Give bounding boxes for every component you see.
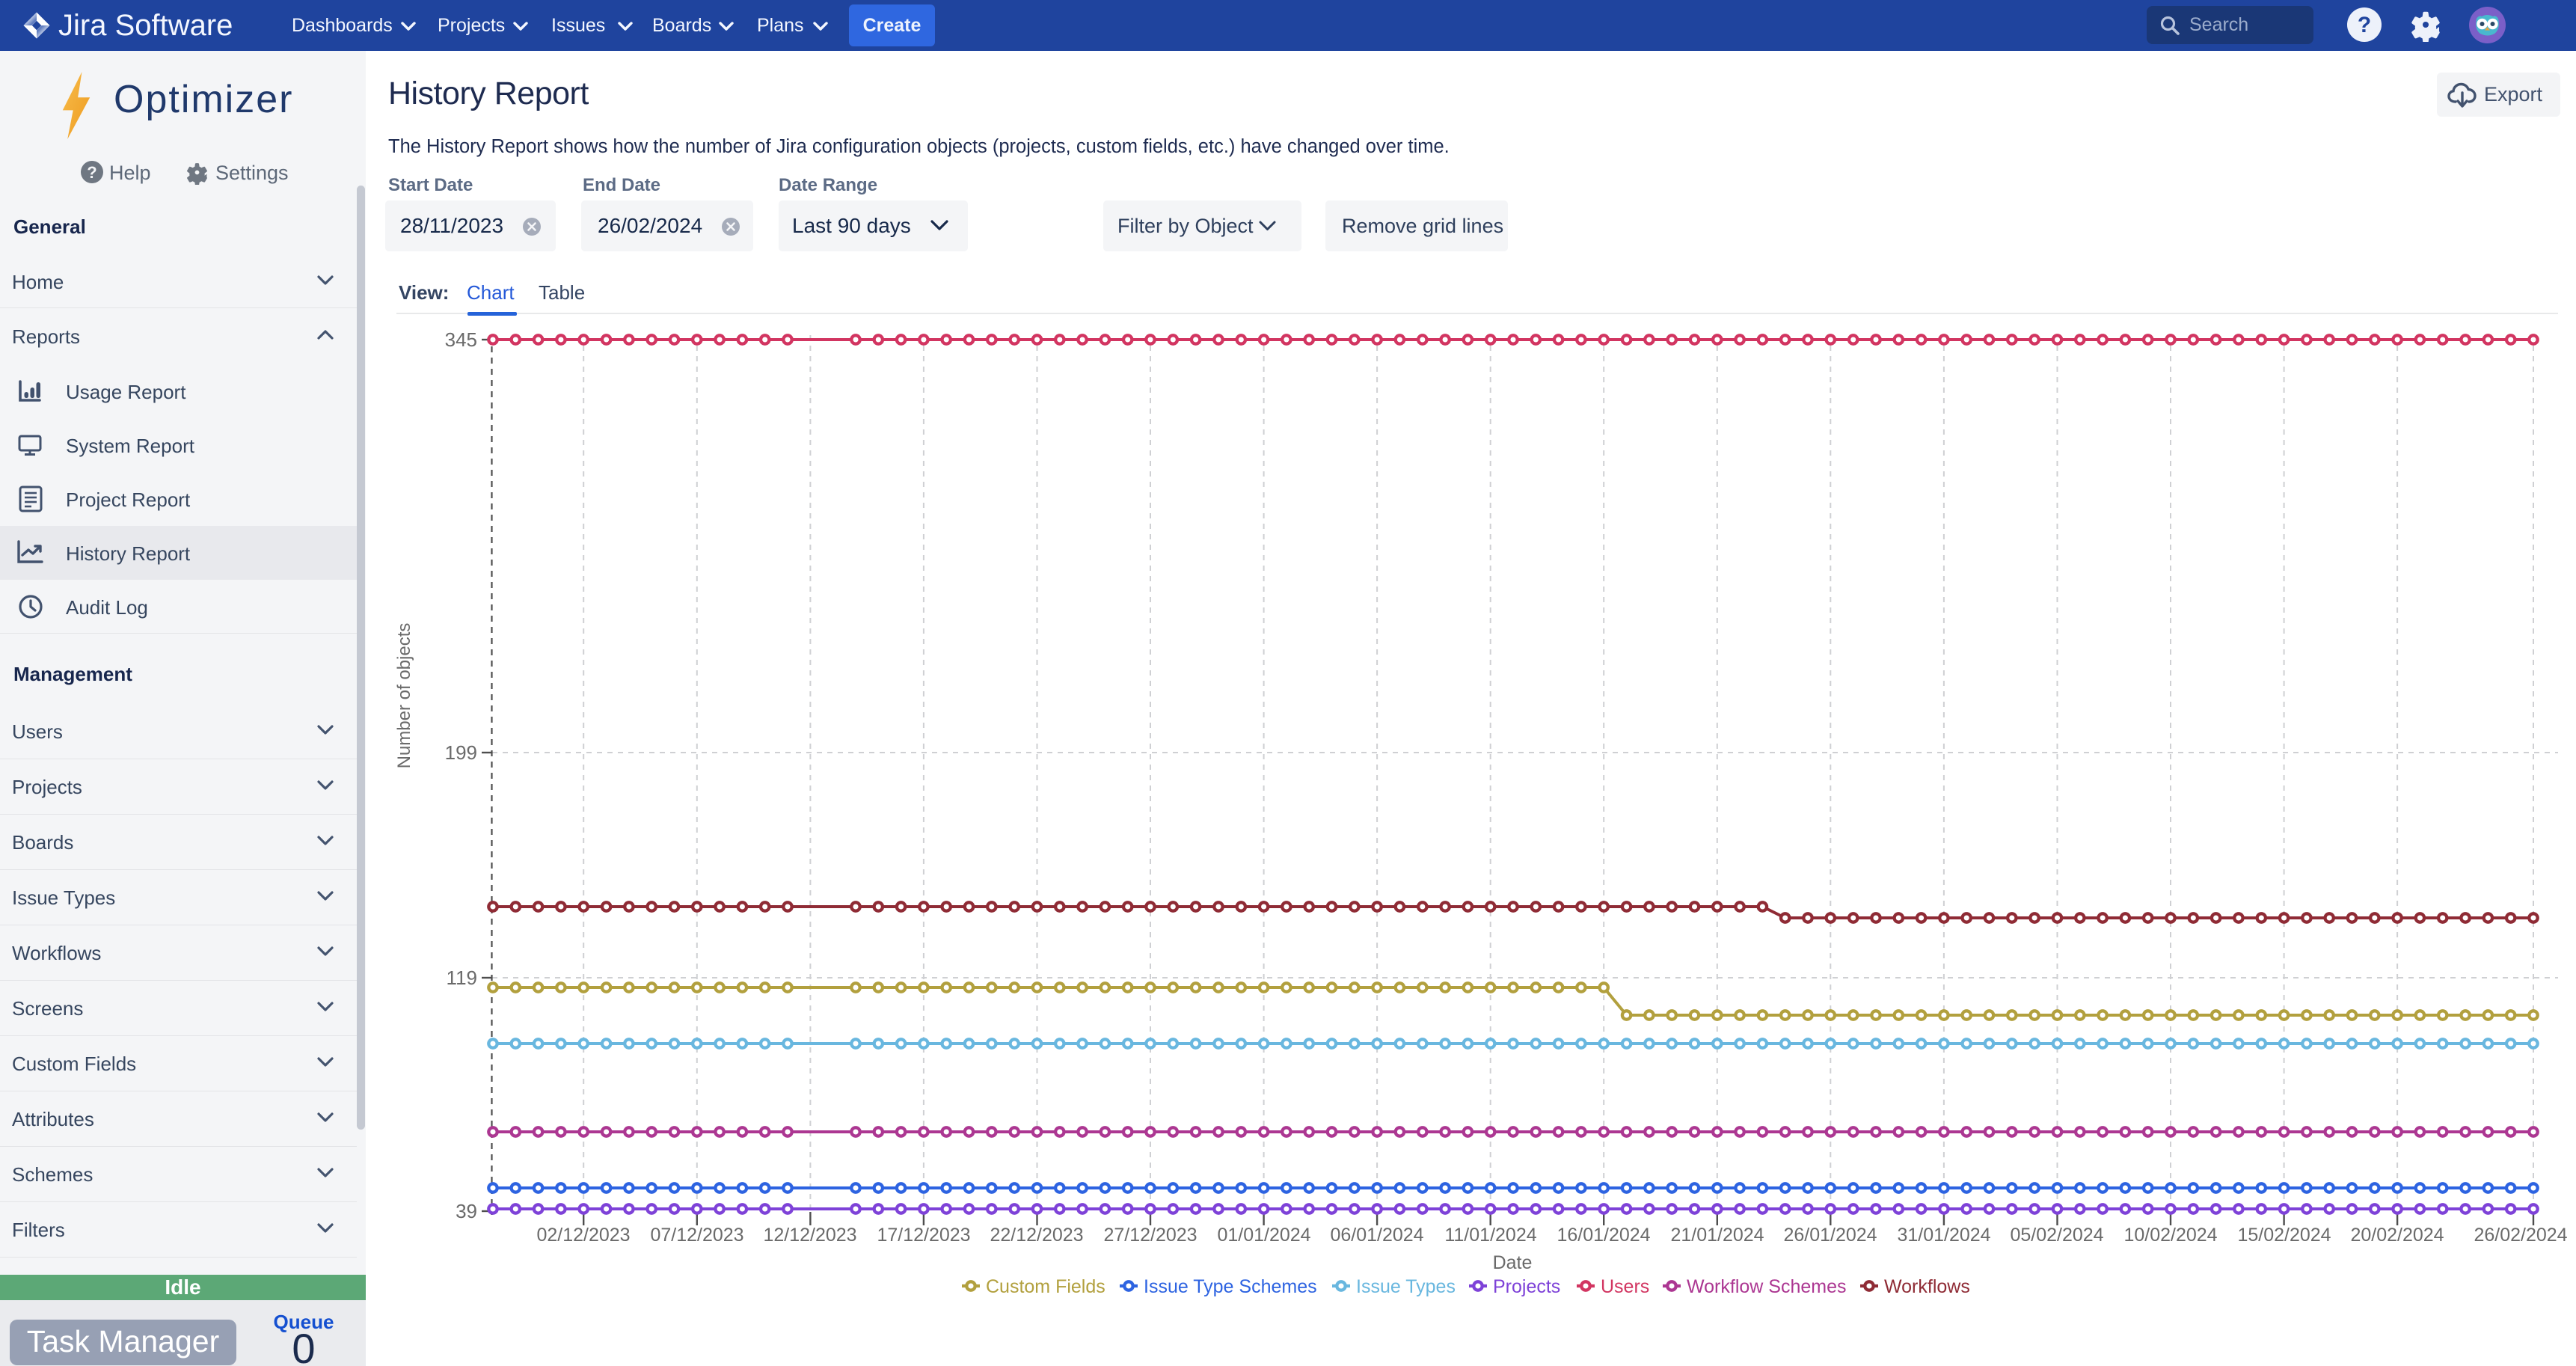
svg-text:?: ? xyxy=(2358,13,2371,37)
svg-text:?: ? xyxy=(87,163,96,182)
